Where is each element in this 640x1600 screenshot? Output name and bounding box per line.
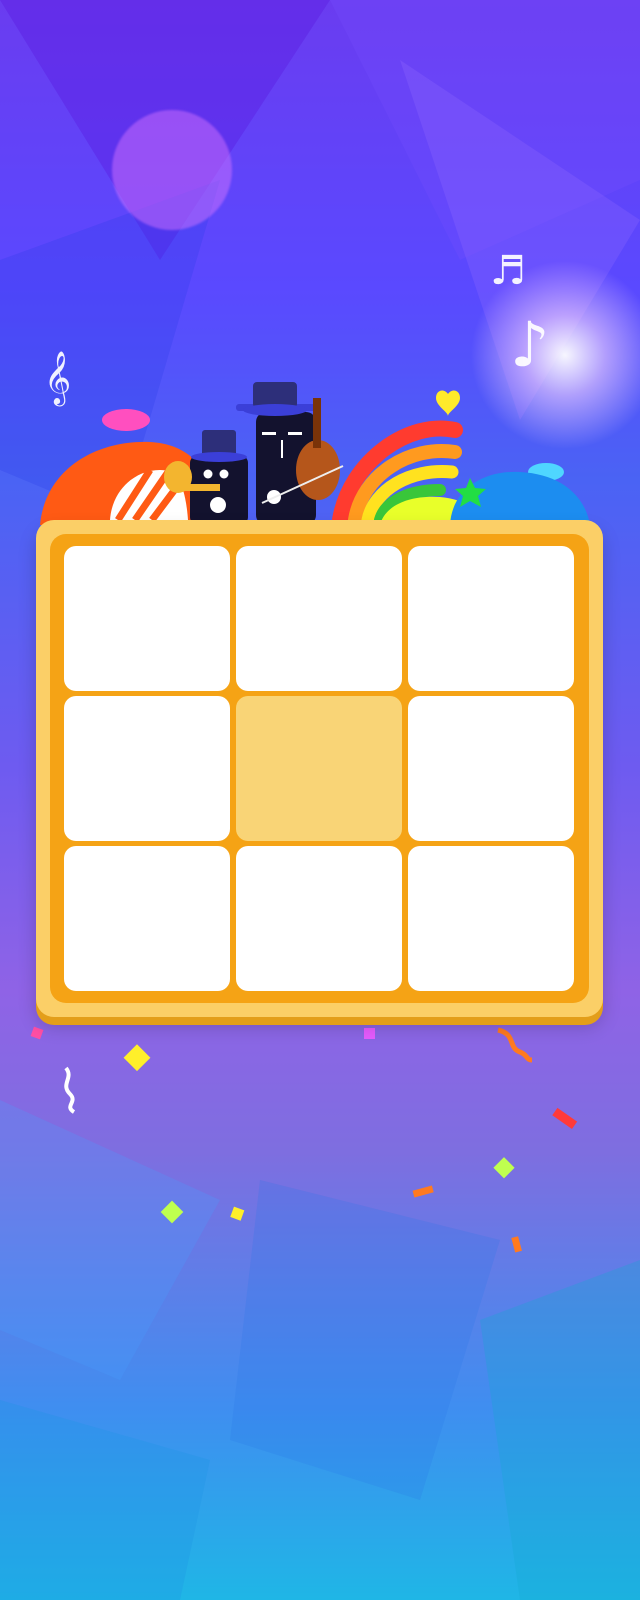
board-inner-frame bbox=[50, 534, 589, 1003]
board-cell-center[interactable] bbox=[236, 696, 402, 841]
heart-icon bbox=[436, 390, 460, 416]
board-cell-1[interactable] bbox=[64, 546, 230, 691]
board-cell-6[interactable] bbox=[408, 696, 574, 841]
board-cell-8[interactable] bbox=[236, 846, 402, 991]
board-grid bbox=[64, 546, 574, 992]
confetti-layer bbox=[30, 1026, 578, 1253]
game-board bbox=[36, 520, 603, 1017]
board-cell-7[interactable] bbox=[64, 846, 230, 991]
violin-character bbox=[236, 382, 344, 525]
hero-illustration bbox=[40, 382, 590, 528]
board-cell-4[interactable] bbox=[64, 696, 230, 841]
board-cell-2[interactable] bbox=[236, 546, 402, 691]
pink-disc bbox=[102, 409, 150, 431]
board-cell-9[interactable] bbox=[408, 846, 574, 991]
board-cell-3[interactable] bbox=[408, 546, 574, 691]
